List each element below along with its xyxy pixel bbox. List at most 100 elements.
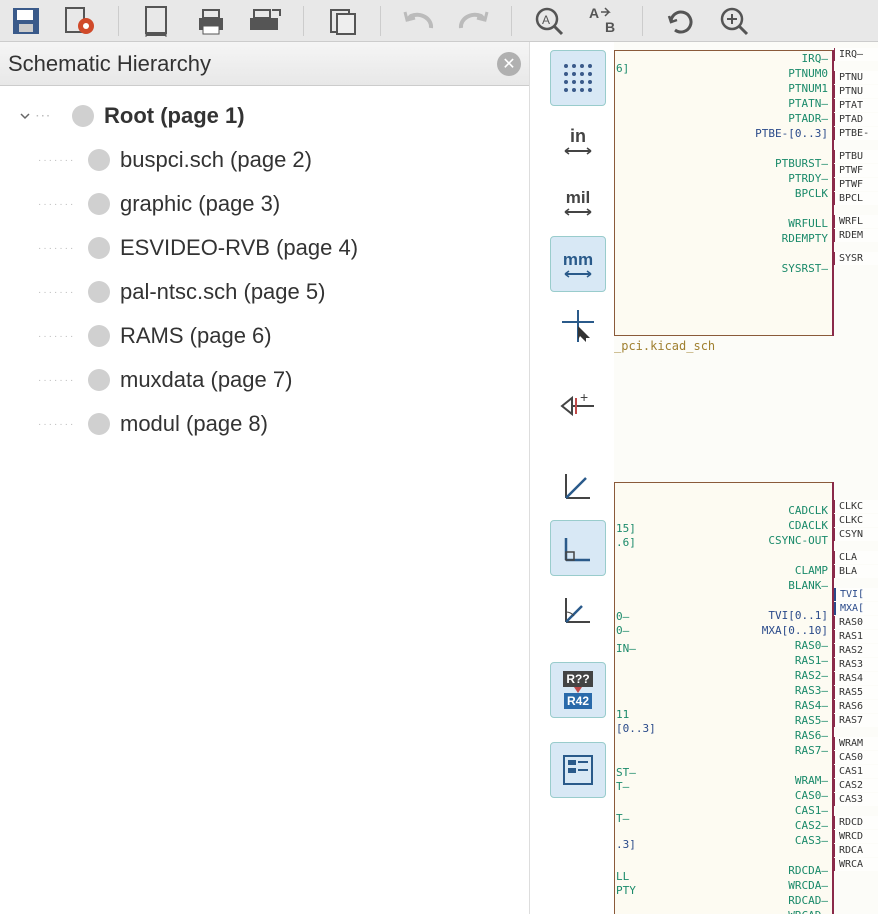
grid-icon[interactable]	[550, 50, 606, 106]
redo-icon[interactable]	[455, 3, 491, 39]
signal-label: MXA[0..10]	[762, 624, 828, 639]
unit-mm-button[interactable]: mm	[550, 236, 606, 292]
pin-label: RAS1	[834, 630, 878, 643]
tree-child[interactable]: ·······RAMS (page 6)	[0, 314, 529, 358]
ortho-angle-icon[interactable]	[550, 520, 606, 576]
signal-label	[762, 759, 828, 774]
pin-label: PTWF	[834, 178, 878, 191]
page-bullet-icon	[88, 193, 110, 215]
pin-label: BLA	[834, 565, 878, 578]
pin-label: SYSR	[834, 252, 878, 265]
tree-child[interactable]: ·······pal-ntsc.sch (page 5)	[0, 270, 529, 314]
signal-label: CAS3–	[762, 834, 828, 849]
signal-label: PTNUM1	[755, 82, 828, 97]
pin-label: CAS1	[834, 765, 878, 778]
unit-mils-button[interactable]: mil	[550, 174, 606, 230]
pin-label: RAS7	[834, 714, 878, 727]
toolbar-separator	[303, 6, 304, 36]
left-vertical-toolbar: in mil mm + R?? R42	[548, 50, 608, 798]
signal-label: IRQ–	[755, 52, 828, 67]
pin-label: WRFL	[834, 215, 878, 228]
signal-label: RAS6–	[762, 729, 828, 744]
tree-label: buspci.sch (page 2)	[120, 147, 312, 173]
page-bullet-icon	[88, 281, 110, 303]
pin-label	[834, 579, 878, 587]
file-label: _pci.kicad_sch	[614, 339, 715, 353]
pin-label: RAS0	[834, 616, 878, 629]
panel-title: Schematic Hierarchy	[8, 51, 211, 77]
page-bullet-icon	[88, 325, 110, 347]
pin-label	[834, 807, 878, 815]
pin-label: RAS5	[834, 686, 878, 699]
signal-label: RAS3–	[762, 684, 828, 699]
signal-label	[755, 202, 828, 217]
toolbar-separator	[511, 6, 512, 36]
print-icon[interactable]	[193, 3, 229, 39]
schematic-canvas[interactable]: 6] _pci.kicad_sch IRQ–PTNUM0PTNUM1PTATN–…	[614, 42, 878, 914]
hierarchy-panel: Schematic Hierarchy ✕ ··· Root (page 1) …	[0, 42, 530, 914]
signal-label: IN–	[616, 642, 636, 655]
signal-label	[755, 142, 828, 157]
panel-header: Schematic Hierarchy ✕	[0, 42, 529, 86]
undo-icon[interactable]	[401, 3, 437, 39]
tree-connector: ···	[36, 111, 66, 122]
svg-text:B: B	[605, 19, 615, 35]
tree-label: modul (page 8)	[120, 411, 268, 437]
pin-label: CSYN	[834, 528, 878, 541]
svg-text:+: +	[580, 389, 588, 405]
signal-label: CADCLK	[762, 504, 828, 519]
tree-child[interactable]: ·······buspci.sch (page 2)	[0, 138, 529, 182]
hierarchy-nav-icon[interactable]	[550, 742, 606, 798]
signal-label: RAS5–	[762, 714, 828, 729]
save-icon[interactable]	[8, 3, 44, 39]
find-icon[interactable]: A	[532, 3, 568, 39]
hierarchy-tree: ··· Root (page 1) ·······buspci.sch (pag…	[0, 86, 529, 454]
tree-label: ESVIDEO-RVB (page 4)	[120, 235, 358, 261]
hidden-pins-icon[interactable]: +	[550, 378, 606, 434]
plot-icon[interactable]	[247, 3, 283, 39]
page-bullet-icon	[88, 413, 110, 435]
signal-label: PTY	[616, 884, 636, 897]
signal-label: CAS1–	[762, 804, 828, 819]
tree-child[interactable]: ·······ESVIDEO-RVB (page 4)	[0, 226, 529, 270]
tree-root[interactable]: ··· Root (page 1)	[0, 94, 529, 138]
annotate-icon[interactable]: R?? R42	[550, 662, 606, 718]
replace-icon[interactable]: AB	[586, 3, 622, 39]
unit-inches-button[interactable]: in	[550, 112, 606, 168]
free-angle-icon[interactable]	[550, 458, 606, 514]
cursor-crosshair-icon[interactable]	[550, 298, 606, 354]
toolbar-separator	[118, 6, 119, 36]
pin-label: PTBE-	[834, 127, 878, 140]
page-bullet-icon	[88, 369, 110, 391]
signal-label: RAS0–	[762, 639, 828, 654]
pin-label: RAS6	[834, 700, 878, 713]
signal-label: 15]	[616, 522, 636, 535]
page-settings-icon[interactable]	[139, 3, 175, 39]
tree-child[interactable]: ·······graphic (page 3)	[0, 182, 529, 226]
tree-child[interactable]: ·······modul (page 8)	[0, 402, 529, 446]
pin-label: PTWF	[834, 164, 878, 177]
paste-icon[interactable]	[324, 3, 360, 39]
signal-label: 0–	[616, 624, 629, 637]
signal-label: CLAMP	[762, 564, 828, 579]
chevron-down-icon[interactable]	[18, 109, 32, 123]
refresh-icon[interactable]	[663, 3, 699, 39]
pin-label: PTAT	[834, 99, 878, 112]
settings-icon[interactable]	[62, 3, 98, 39]
signal-label: WRCAD–	[762, 909, 828, 914]
svg-text:A: A	[589, 5, 599, 21]
signal-label	[762, 549, 828, 564]
signal-label: RAS2–	[762, 669, 828, 684]
pin-label	[834, 206, 878, 214]
close-icon[interactable]: ✕	[497, 52, 521, 76]
tree-label: muxdata (page 7)	[120, 367, 292, 393]
angle-45-icon[interactable]	[550, 582, 606, 638]
pin-label: CLA	[834, 551, 878, 564]
pin-label: CAS2	[834, 779, 878, 792]
pin-label: RAS4	[834, 672, 878, 685]
signal-label: T–	[616, 780, 629, 793]
pin-label: CLKC	[834, 500, 878, 513]
tree-child[interactable]: ·······muxdata (page 7)	[0, 358, 529, 402]
signal-label: CAS0–	[762, 789, 828, 804]
zoom-in-icon[interactable]	[717, 3, 753, 39]
